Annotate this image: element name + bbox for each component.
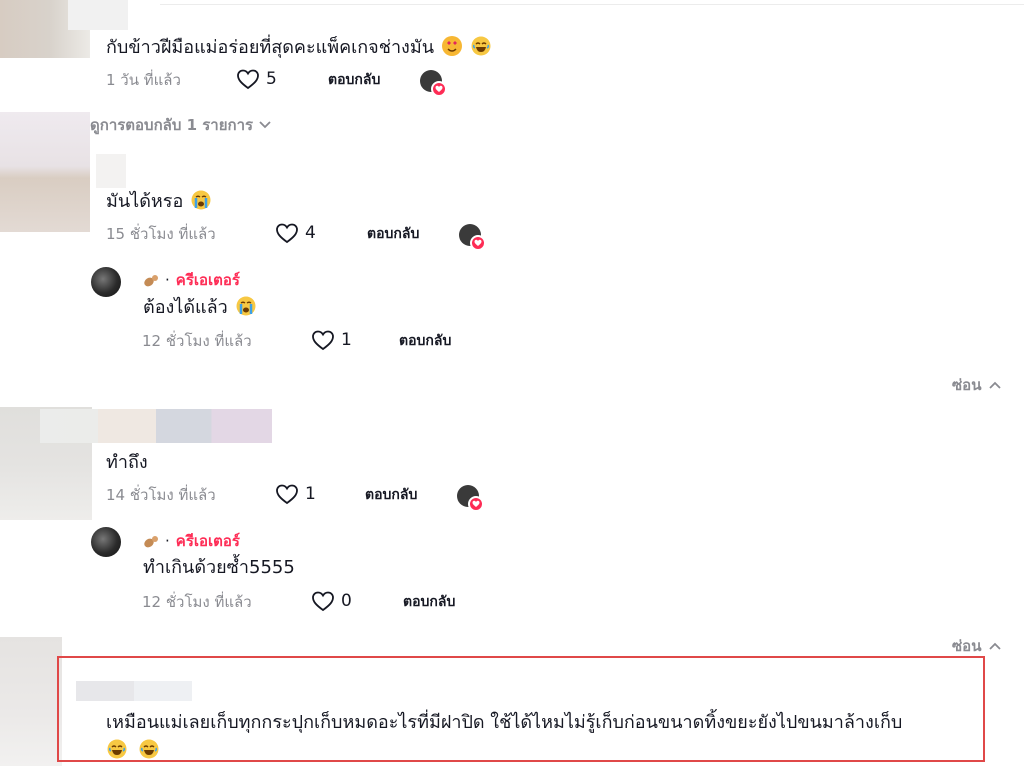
hide-label: ซ่อน — [952, 637, 982, 655]
heart-outline-icon — [237, 69, 259, 90]
reply-text: ทำเกินด้วยซ้ำ5555 — [143, 557, 295, 578]
creator-name-icon — [143, 273, 159, 287]
reply-time: 12 ชั่วโมง ที่แล้ว — [142, 332, 252, 350]
like-button[interactable]: 0 — [311, 590, 352, 612]
highlight-box — [57, 656, 985, 762]
heart-outline-icon — [312, 591, 334, 612]
chevron-up-icon — [989, 381, 1002, 389]
like-button[interactable]: 1 — [311, 329, 352, 351]
view-replies-label: ดูการตอบกลับ 1 รายการ — [90, 116, 254, 134]
chevron-down-icon — [259, 121, 271, 129]
heart-badge-icon — [470, 235, 486, 251]
creator-name-icon — [143, 534, 159, 548]
heart-badge-icon — [431, 81, 447, 97]
heart-outline-icon — [276, 484, 298, 505]
comment-time: 14 ชั่วโมง ที่แล้ว — [106, 486, 216, 504]
reply-button[interactable]: ตอบกลับ — [403, 592, 455, 612]
creator-name-line: · ครีเอเตอร์ — [143, 531, 240, 551]
liked-by-creator-avatar — [457, 485, 484, 512]
blurred-avatar — [0, 637, 62, 766]
like-count: 0 — [341, 591, 352, 611]
heart-outline-icon — [276, 223, 298, 244]
heart-outline-icon — [312, 330, 334, 351]
separator-dot: · — [165, 532, 170, 550]
comment-text: มันได้หรอ — [106, 190, 211, 213]
like-button[interactable]: 4 — [275, 222, 316, 244]
liked-by-creator-avatar — [459, 224, 486, 251]
reply-button[interactable]: ตอบกลับ — [367, 224, 419, 244]
comment-text: ทำถึง — [106, 452, 148, 473]
hide-label: ซ่อน — [952, 376, 982, 394]
blurred-username — [40, 409, 272, 443]
reply-button[interactable]: ตอบกลับ — [328, 70, 380, 90]
like-button[interactable]: 5 — [236, 68, 277, 90]
like-count: 5 — [266, 69, 277, 89]
liked-by-creator-avatar — [420, 70, 447, 97]
blurred-replier-avatar — [0, 112, 90, 232]
chevron-up-icon — [989, 642, 1002, 650]
comment-text: กับข้าวฝีมือแม่อร่อยที่สุดคะแพ็คเกจช่างม… — [106, 36, 491, 59]
creator-badge: ครีเอเตอร์ — [175, 532, 240, 550]
reply-button[interactable]: ตอบกลับ — [365, 485, 417, 505]
creator-badge: ครีเอเตอร์ — [175, 271, 240, 289]
like-count: 4 — [305, 223, 316, 243]
reply-time: 12 ชั่วโมง ที่แล้ว — [142, 593, 252, 611]
crying-emoji — [191, 190, 211, 210]
creator-name-line: · ครีเอเตอร์ — [143, 270, 240, 290]
crying-emoji — [236, 296, 256, 316]
creator-avatar[interactable] — [91, 267, 121, 297]
laughing-emoji — [471, 36, 491, 56]
reply-button[interactable]: ตอบกลับ — [399, 331, 451, 351]
reply-text: ต้องได้แล้ว — [143, 296, 256, 319]
heart-eyes-emoji — [441, 36, 462, 56]
blurred-username — [96, 154, 126, 188]
hide-replies-button[interactable]: ซ่อน — [952, 375, 1002, 395]
view-replies-button[interactable]: ดูการตอบกลับ 1 รายการ — [90, 115, 271, 135]
creator-avatar[interactable] — [91, 527, 121, 557]
separator-dot: · — [165, 271, 170, 289]
top-divider — [160, 4, 1024, 5]
hide-replies-button[interactable]: ซ่อน — [952, 636, 1002, 656]
like-button[interactable]: 1 — [275, 483, 316, 505]
comment-time: 1 วัน ที่แล้ว — [106, 71, 181, 89]
like-count: 1 — [305, 484, 316, 504]
blurred-username — [68, 0, 128, 30]
comment-time: 15 ชั่วโมง ที่แล้ว — [106, 225, 216, 243]
heart-badge-icon — [468, 496, 484, 512]
like-count: 1 — [341, 330, 352, 350]
